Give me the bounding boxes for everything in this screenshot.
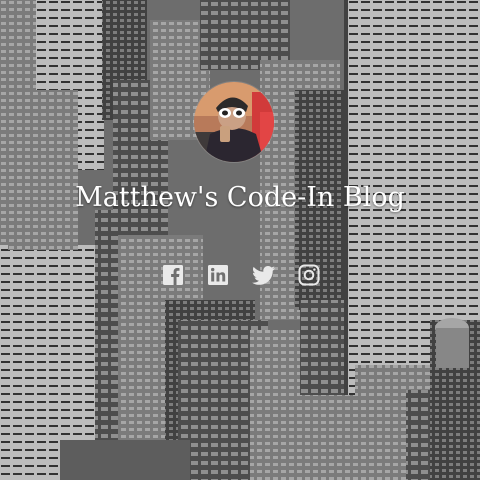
linkedin-link[interactable] [206,263,230,287]
twitter-icon [251,266,275,285]
profile-avatar [194,82,274,162]
facebook-icon [163,265,183,285]
social-links [161,263,321,287]
hero-header: Matthew's Code-In Blog [0,0,480,480]
city-skyline-background [0,0,480,480]
facebook-link[interactable] [161,263,185,287]
twitter-link[interactable] [251,263,276,287]
instagram-icon [298,264,320,286]
linkedin-icon [208,265,229,285]
blog-title: Matthew's Code-In Blog [75,182,405,213]
instagram-link[interactable] [297,263,321,287]
